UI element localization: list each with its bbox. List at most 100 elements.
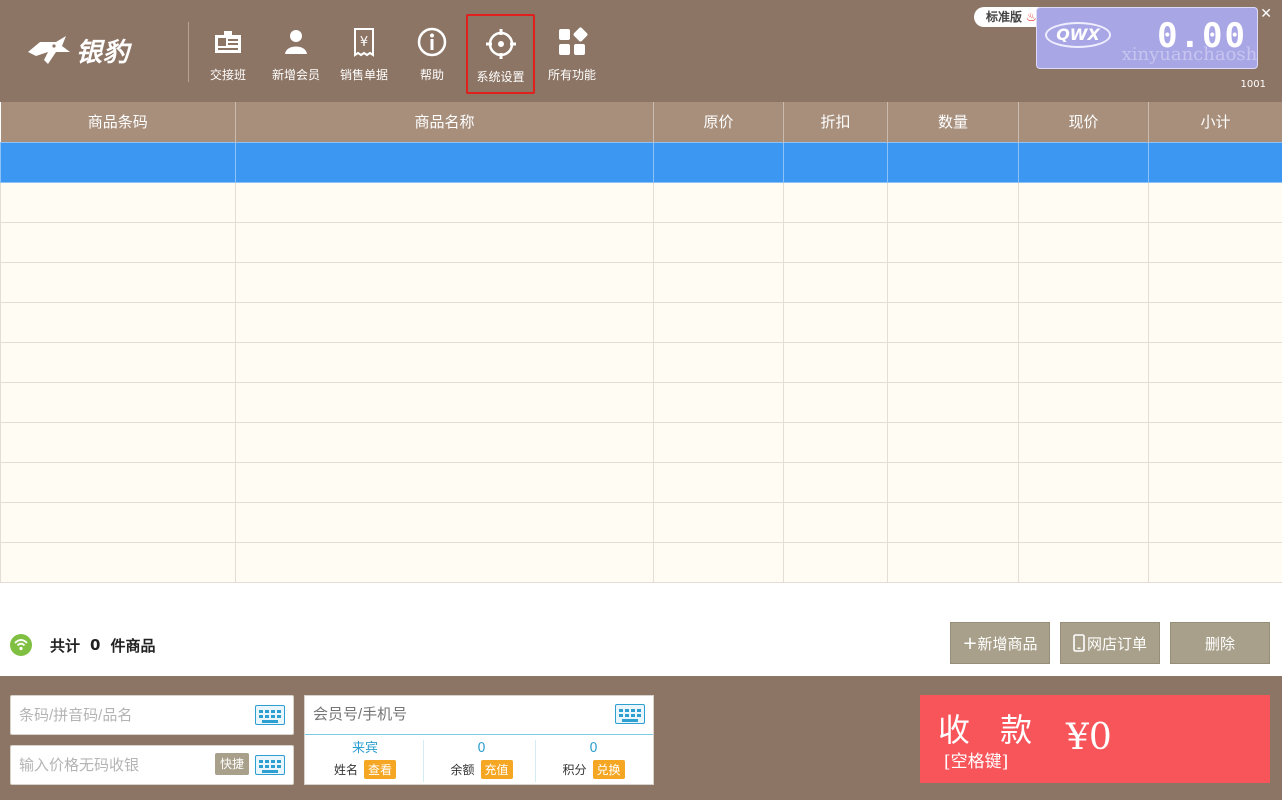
table-cell[interactable]	[887, 181, 1019, 223]
col-product-name[interactable]: 商品名称	[235, 102, 654, 142]
table-cell[interactable]	[1018, 421, 1149, 463]
table-cell[interactable]	[783, 541, 888, 583]
table-cell[interactable]	[783, 501, 888, 543]
keyboard-icon[interactable]	[255, 755, 285, 775]
table-cell[interactable]	[1018, 141, 1149, 183]
table-cell[interactable]	[1148, 301, 1282, 343]
table-cell[interactable]	[1148, 381, 1282, 423]
table-cell[interactable]	[1148, 501, 1282, 543]
table-cell[interactable]	[0, 301, 236, 343]
table-cell[interactable]	[235, 141, 654, 183]
table-cell[interactable]	[783, 341, 888, 383]
table-cell[interactable]	[1018, 381, 1149, 423]
table-cell[interactable]	[783, 461, 888, 503]
table-cell[interactable]	[887, 501, 1019, 543]
member-search-input[interactable]	[313, 696, 603, 732]
table-row[interactable]	[0, 501, 1282, 543]
table-cell[interactable]	[653, 461, 784, 503]
table-cell[interactable]	[0, 341, 236, 383]
toolbar-system-settings[interactable]: 系统设置	[466, 14, 535, 94]
table-cell[interactable]	[1018, 541, 1149, 583]
table-cell[interactable]	[1018, 181, 1149, 223]
table-cell[interactable]	[887, 261, 1019, 303]
table-cell[interactable]	[1018, 221, 1149, 263]
table-cell[interactable]	[653, 181, 784, 223]
table-row[interactable]	[0, 461, 1282, 503]
table-cell[interactable]	[1148, 261, 1282, 303]
table-cell[interactable]	[887, 221, 1019, 263]
table-cell[interactable]	[235, 301, 654, 343]
table-row[interactable]	[0, 381, 1282, 423]
table-cell[interactable]	[653, 501, 784, 543]
table-cell[interactable]	[1018, 301, 1149, 343]
keyboard-icon[interactable]	[255, 705, 285, 725]
table-cell[interactable]	[653, 381, 784, 423]
table-cell[interactable]	[783, 421, 888, 463]
view-member-button[interactable]: 查看	[364, 760, 397, 779]
table-cell[interactable]	[0, 141, 236, 183]
table-cell[interactable]	[0, 421, 236, 463]
table-row[interactable]	[0, 421, 1282, 463]
table-cell[interactable]	[1018, 461, 1149, 503]
online-orders-button[interactable]: 网店订单	[1060, 622, 1160, 664]
table-cell[interactable]	[887, 461, 1019, 503]
table-cell[interactable]	[887, 541, 1019, 583]
toolbar-all-functions[interactable]: 所有功能	[539, 14, 605, 94]
add-product-button[interactable]: + 新增商品	[950, 622, 1050, 664]
col-barcode[interactable]: 商品条码	[0, 102, 236, 142]
quick-button[interactable]: 快捷	[215, 753, 249, 775]
table-cell[interactable]	[0, 541, 236, 583]
table-cell[interactable]	[783, 221, 888, 263]
table-cell[interactable]	[653, 541, 784, 583]
table-cell[interactable]	[1148, 141, 1282, 183]
table-cell[interactable]	[0, 221, 236, 263]
col-subtotal[interactable]: 小计	[1148, 102, 1282, 142]
table-row[interactable]	[0, 301, 1282, 343]
table-cell[interactable]	[0, 181, 236, 223]
table-cell[interactable]	[887, 421, 1019, 463]
table-row[interactable]	[0, 261, 1282, 303]
table-cell[interactable]	[235, 181, 654, 223]
table-cell[interactable]	[235, 341, 654, 383]
checkout-button[interactable]: 收 款 [空格键] ¥0	[920, 695, 1270, 783]
toolbar-help[interactable]: 帮助	[399, 14, 465, 94]
table-cell[interactable]	[1018, 341, 1149, 383]
table-cell[interactable]	[653, 261, 784, 303]
table-cell[interactable]	[235, 421, 654, 463]
toolbar-shift-handover[interactable]: 交接班	[195, 14, 261, 94]
table-cell[interactable]	[235, 261, 654, 303]
delete-button[interactable]: 删除	[1170, 622, 1270, 664]
table-cell[interactable]	[235, 501, 654, 543]
table-cell[interactable]	[783, 181, 888, 223]
table-cell[interactable]	[235, 461, 654, 503]
table-cell[interactable]	[1148, 221, 1282, 263]
table-cell[interactable]	[1148, 341, 1282, 383]
table-cell[interactable]	[887, 141, 1019, 183]
table-cell[interactable]	[1148, 421, 1282, 463]
table-cell[interactable]	[783, 381, 888, 423]
table-cell[interactable]	[0, 461, 236, 503]
table-cell[interactable]	[887, 341, 1019, 383]
table-cell[interactable]	[653, 421, 784, 463]
table-cell[interactable]	[783, 301, 888, 343]
no-barcode-price-input[interactable]	[19, 746, 215, 784]
close-icon[interactable]: ✕	[1260, 6, 1272, 22]
toolbar-sales-receipts[interactable]: ¥ 销售单据	[331, 14, 397, 94]
table-cell[interactable]	[1018, 501, 1149, 543]
table-cell[interactable]	[0, 501, 236, 543]
table-cell[interactable]	[0, 261, 236, 303]
col-current-price[interactable]: 现价	[1018, 102, 1149, 142]
table-cell[interactable]	[887, 381, 1019, 423]
table-cell[interactable]	[653, 141, 784, 183]
table-cell[interactable]	[653, 301, 784, 343]
table-row[interactable]	[0, 141, 1282, 183]
table-row[interactable]	[0, 221, 1282, 263]
table-cell[interactable]	[235, 381, 654, 423]
table-cell[interactable]	[1148, 181, 1282, 223]
barcode-search-input[interactable]	[19, 696, 255, 734]
table-cell[interactable]	[783, 141, 888, 183]
table-row[interactable]	[0, 181, 1282, 223]
table-row[interactable]	[0, 541, 1282, 583]
table-cell[interactable]	[235, 541, 654, 583]
keyboard-icon[interactable]	[615, 704, 645, 724]
